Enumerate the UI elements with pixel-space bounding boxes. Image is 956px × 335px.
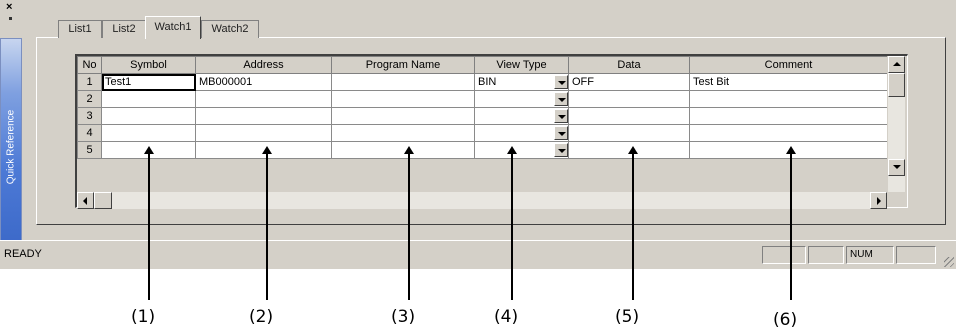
- tab-watch1[interactable]: Watch1: [145, 16, 201, 39]
- row-number[interactable]: 4: [77, 124, 102, 142]
- table-row: 5: [77, 141, 888, 159]
- size-grip-icon[interactable]: [944, 257, 954, 267]
- callout-arrowhead-3: [404, 146, 414, 154]
- view-type-cell[interactable]: [474, 141, 569, 159]
- status-panel: [762, 246, 806, 264]
- status-bar: READY NUM: [0, 240, 956, 269]
- callout-arrow-3: [408, 150, 410, 300]
- col-header-view-type[interactable]: View Type: [474, 56, 569, 74]
- grid-header-row: No Symbol Address Program Name View Type…: [77, 56, 888, 74]
- program-name-cell[interactable]: [331, 124, 475, 142]
- callout-label-4: (4): [494, 307, 519, 327]
- address-cell[interactable]: [195, 90, 332, 108]
- dropdown-arrow-icon[interactable]: [554, 92, 568, 106]
- symbol-cell[interactable]: [101, 124, 196, 142]
- col-header-symbol[interactable]: Symbol: [101, 56, 196, 74]
- horizontal-scrollbar[interactable]: [77, 192, 887, 209]
- callout-arrow-1: [148, 150, 150, 300]
- callout-arrow-6: [790, 150, 792, 300]
- scroll-left-icon[interactable]: [77, 192, 94, 209]
- callout-label-2: (2): [249, 307, 274, 327]
- callout-arrowhead-5: [628, 146, 638, 154]
- callout-label-6: (6): [773, 310, 798, 330]
- row-number[interactable]: 3: [77, 107, 102, 125]
- program-name-cell[interactable]: [331, 73, 475, 91]
- view-type-cell[interactable]: BIN: [474, 73, 569, 91]
- data-cell[interactable]: [568, 107, 690, 125]
- tab-list1[interactable]: List1: [58, 20, 102, 38]
- address-cell[interactable]: [195, 124, 332, 142]
- symbol-cell[interactable]: [101, 90, 196, 108]
- table-row: 1 Test1 MB000001 BIN OFF Test Bit: [77, 73, 888, 91]
- scroll-right-icon[interactable]: [870, 192, 887, 209]
- callout-label-5: (5): [615, 307, 640, 327]
- callout-arrowhead-2: [262, 146, 272, 154]
- quick-reference-sidebar[interactable]: Quick Reference: [0, 38, 22, 256]
- table-row: 3: [77, 107, 888, 125]
- close-icon[interactable]: ×: [6, 2, 12, 13]
- callout-arrow-2: [266, 150, 268, 300]
- data-cell[interactable]: [568, 124, 690, 142]
- data-cell[interactable]: OFF: [568, 73, 690, 91]
- symbol-cell[interactable]: [101, 107, 196, 125]
- horizontal-scroll-thumb[interactable]: [94, 192, 112, 209]
- address-cell[interactable]: MB000001: [195, 73, 332, 91]
- row-number[interactable]: 5: [77, 141, 102, 159]
- col-header-program-name[interactable]: Program Name: [331, 56, 475, 74]
- data-cell[interactable]: [568, 90, 690, 108]
- callout-label-1: (1): [131, 307, 156, 327]
- symbol-cell[interactable]: Test1: [101, 73, 196, 91]
- callout-arrow-5: [632, 150, 634, 300]
- row-number[interactable]: 2: [77, 90, 102, 108]
- table-row: 4: [77, 124, 888, 142]
- tab-list2[interactable]: List2: [102, 20, 146, 38]
- pin-icon[interactable]: [9, 17, 12, 20]
- scroll-down-icon[interactable]: [888, 159, 905, 176]
- comment-cell[interactable]: [689, 90, 888, 108]
- status-text: READY: [4, 248, 42, 260]
- watch-window: × Quick Reference List1 List2 Watch1 Wat…: [0, 0, 956, 269]
- dropdown-arrow-icon[interactable]: [554, 109, 568, 123]
- status-panel: [896, 246, 936, 264]
- program-name-cell[interactable]: [331, 90, 475, 108]
- tab-watch2[interactable]: Watch2: [201, 20, 259, 38]
- program-name-cell[interactable]: [331, 107, 475, 125]
- address-cell[interactable]: [195, 107, 332, 125]
- view-type-cell[interactable]: [474, 90, 569, 108]
- sidebar-label: Quick Reference: [5, 109, 17, 185]
- callout-arrowhead-4: [507, 146, 517, 154]
- dropdown-arrow-icon[interactable]: [554, 143, 568, 157]
- view-type-cell[interactable]: [474, 107, 569, 125]
- dropdown-arrow-icon[interactable]: [554, 126, 568, 140]
- comment-cell[interactable]: [689, 107, 888, 125]
- watch-grid: No Symbol Address Program Name View Type…: [77, 56, 888, 159]
- comment-cell[interactable]: Test Bit: [689, 73, 888, 91]
- col-header-address[interactable]: Address: [195, 56, 332, 74]
- status-panel-num: NUM: [846, 246, 894, 264]
- col-header-data[interactable]: Data: [568, 56, 690, 74]
- callout-arrowhead-6: [786, 146, 796, 154]
- program-name-cell[interactable]: [331, 141, 475, 159]
- vertical-scrollbar[interactable]: [887, 56, 905, 192]
- view-type-cell[interactable]: [474, 124, 569, 142]
- callout-arrow-4: [511, 150, 513, 300]
- col-header-no[interactable]: No: [77, 56, 102, 74]
- row-number[interactable]: 1: [77, 73, 102, 91]
- col-header-comment[interactable]: Comment: [689, 56, 888, 74]
- scroll-up-icon[interactable]: [888, 56, 905, 73]
- status-panel: [808, 246, 844, 264]
- vertical-scroll-thumb[interactable]: [888, 73, 905, 97]
- comment-cell[interactable]: [689, 124, 888, 142]
- callout-label-3: (3): [391, 307, 416, 327]
- view-type-value: BIN: [478, 76, 497, 88]
- dropdown-arrow-icon[interactable]: [554, 75, 568, 89]
- callout-arrowhead-1: [144, 146, 154, 154]
- table-row: 2: [77, 90, 888, 108]
